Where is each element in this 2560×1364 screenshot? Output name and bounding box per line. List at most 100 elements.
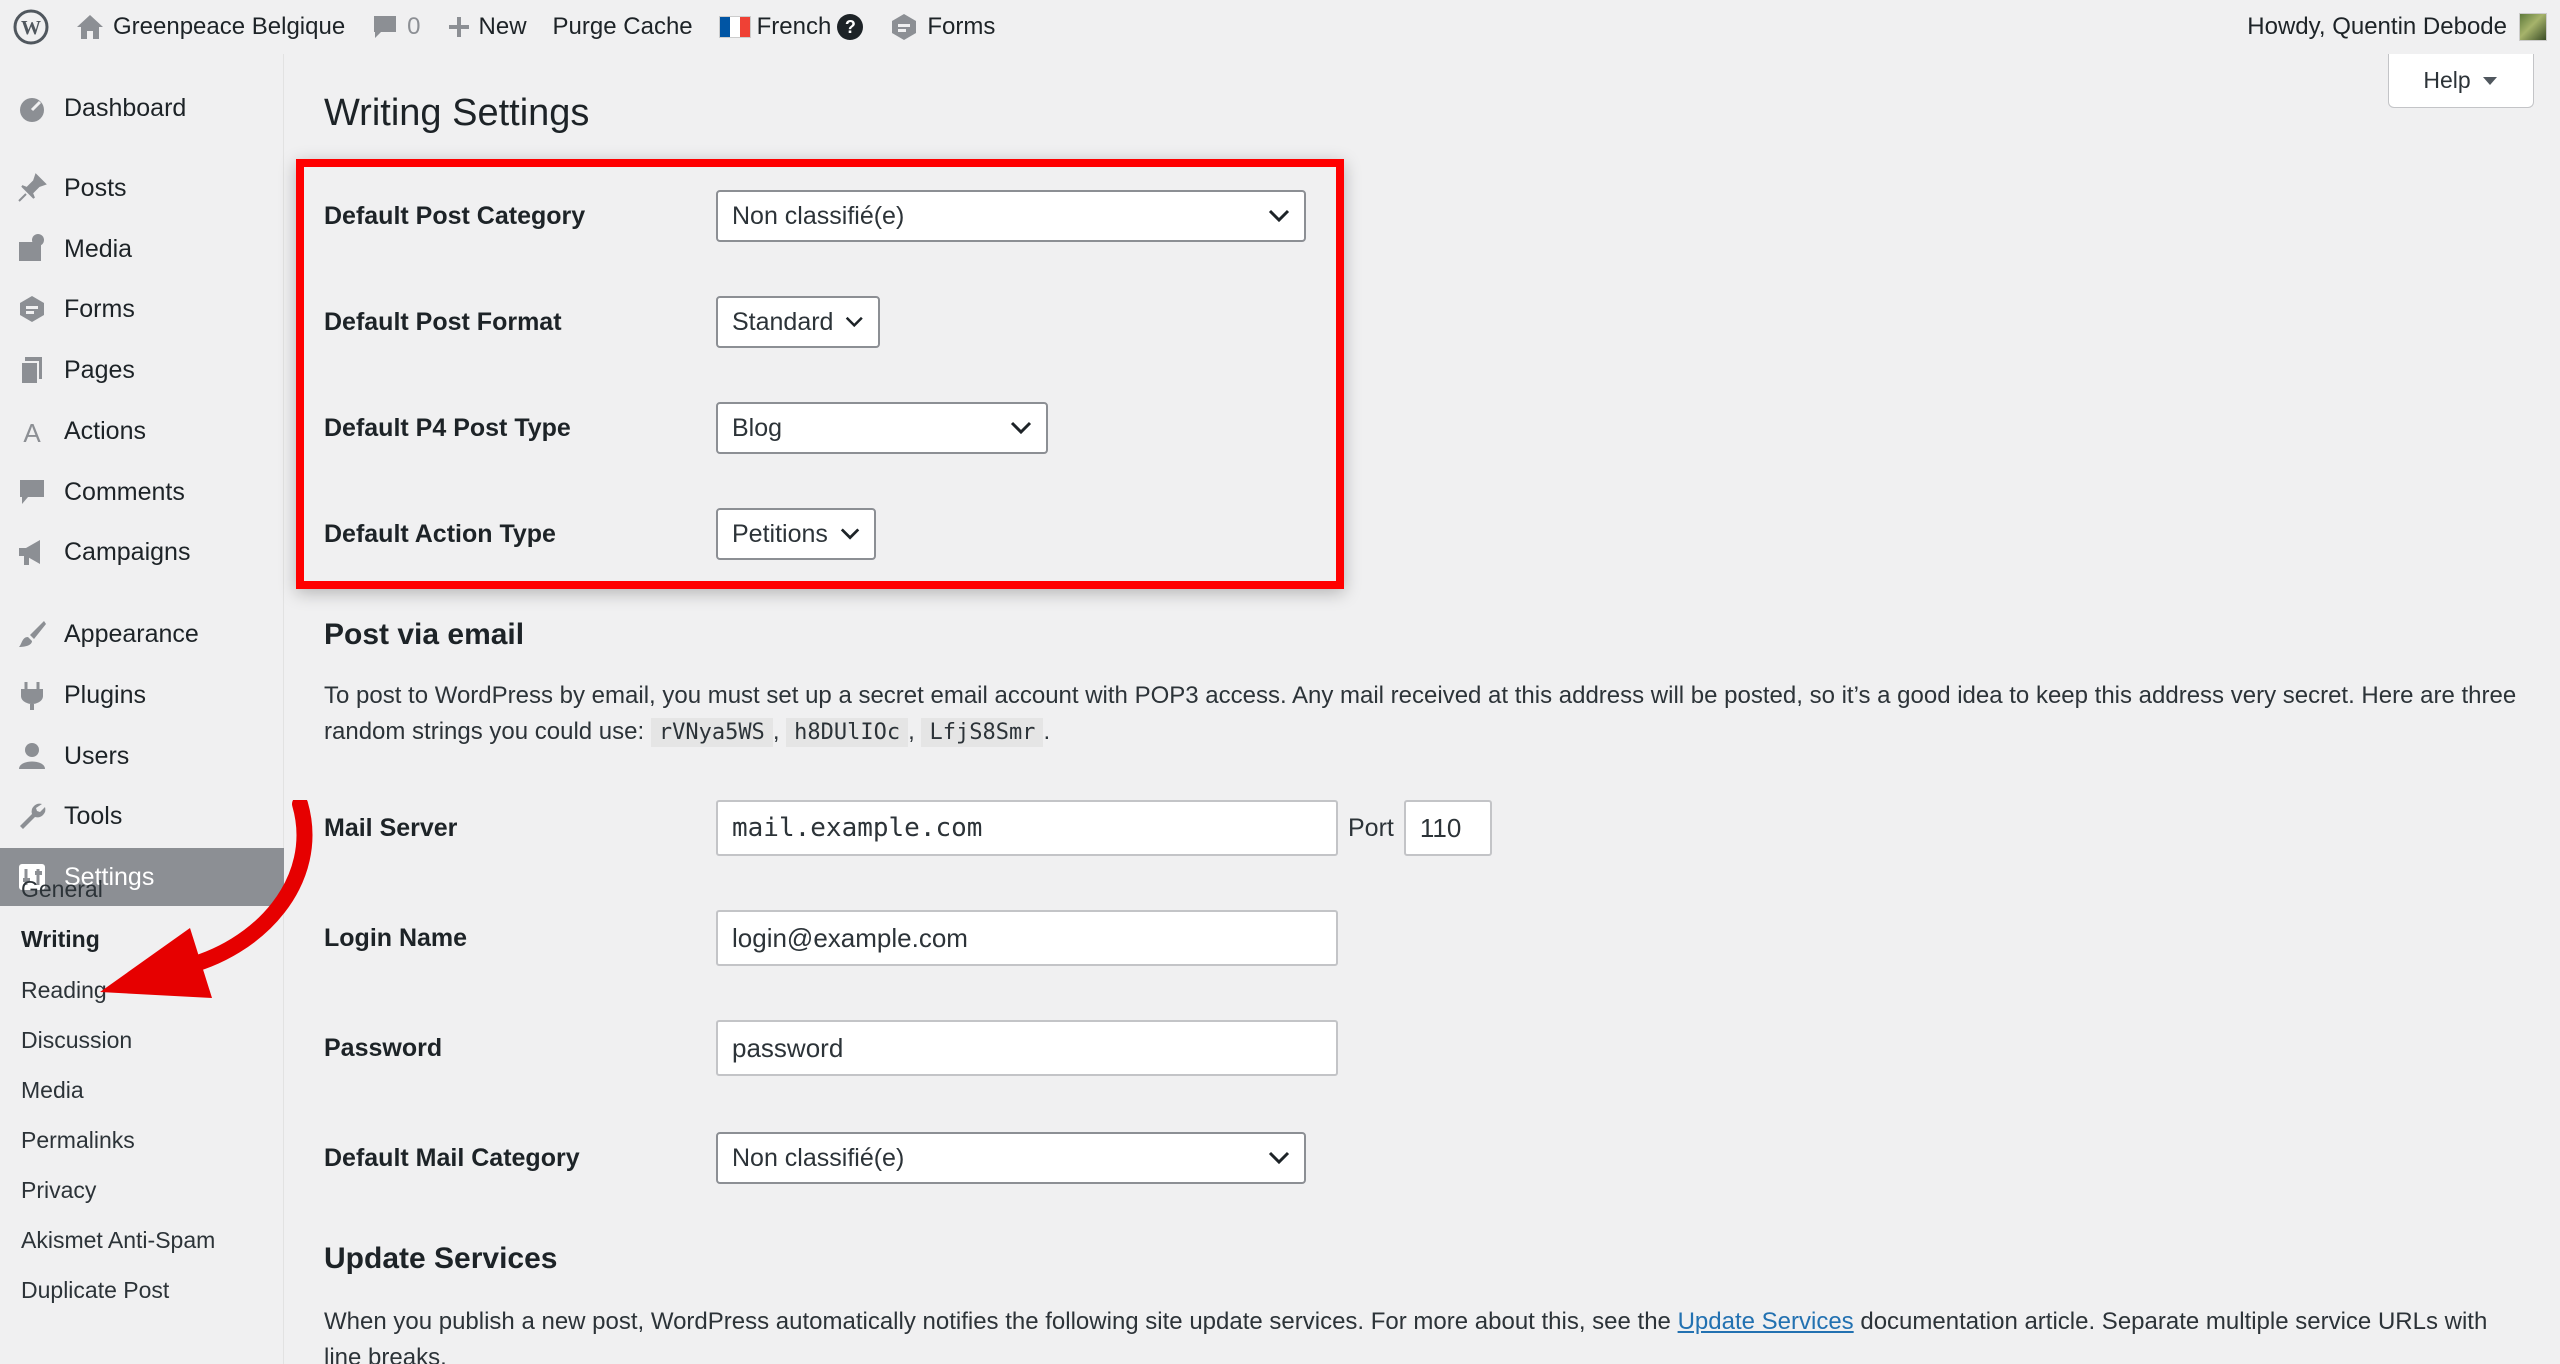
password-label: Password xyxy=(324,1033,443,1062)
comments-icon xyxy=(14,474,50,510)
plugin-icon xyxy=(14,677,50,713)
default-action-type-label: Default Action Type xyxy=(324,519,556,548)
site-name-link[interactable]: Greenpeace Belgique xyxy=(62,0,358,54)
french-flag-icon xyxy=(718,16,751,38)
comments-link[interactable]: 0 xyxy=(358,0,433,54)
purge-cache-label: Purge Cache xyxy=(552,13,693,40)
home-icon xyxy=(77,15,103,39)
users-icon xyxy=(14,738,50,774)
post-via-email-description: To post to WordPress by email, you must … xyxy=(324,682,2517,747)
login-name-input[interactable]: login@example.com xyxy=(716,910,1338,966)
sidebar-item-comments[interactable]: Comments xyxy=(0,463,284,521)
sidebar-item-media[interactable]: Media xyxy=(0,220,284,278)
submenu-item-media[interactable]: Media xyxy=(21,1070,84,1110)
sidebar-item-label: Pages xyxy=(64,355,135,384)
update-services-link[interactable]: Update Services xyxy=(1678,1308,1854,1335)
default-action-type-row: Default Action Type Petitions xyxy=(324,508,876,560)
chevron-down-icon xyxy=(840,528,860,540)
mail-server-input[interactable]: mail.example.com xyxy=(716,800,1338,856)
port-input[interactable]: 110 xyxy=(1403,800,1492,856)
media-icon xyxy=(14,231,50,267)
help-circle-icon[interactable]: ? xyxy=(837,14,864,40)
chevron-down-icon xyxy=(1268,1151,1290,1165)
sidebar-item-label: Actions xyxy=(64,416,146,445)
submenu-item-privacy[interactable]: Privacy xyxy=(21,1170,96,1210)
forms-label: Forms xyxy=(927,13,996,40)
sidebar-item-label: Posts xyxy=(64,173,127,202)
default-p4-post-type-value: Blog xyxy=(732,413,783,442)
svg-text:W: W xyxy=(21,17,41,39)
new-label: New xyxy=(478,13,527,40)
sidebar-item-label: Appearance xyxy=(64,619,199,648)
svg-text:A: A xyxy=(23,418,41,447)
submenu-item-permalinks[interactable]: Permalinks xyxy=(21,1120,135,1160)
help-button[interactable]: Help xyxy=(2388,54,2534,108)
submenu-item-akismet-anti-spam[interactable]: Akismet Anti-Spam xyxy=(21,1220,215,1260)
wrench-icon xyxy=(14,798,50,834)
mail-server-row: Mail Server mail.example.com Port 110 xyxy=(324,800,1492,856)
sidebar-item-forms[interactable]: Forms xyxy=(0,280,284,338)
default-mail-category-label: Default Mail Category xyxy=(324,1143,580,1172)
wordpress-logo-button[interactable]: W xyxy=(0,0,62,54)
default-p4-post-type-row: Default P4 Post Type Blog xyxy=(324,402,1048,454)
help-label: Help xyxy=(2423,67,2471,93)
admin-bar: W Greenpeace Belgique 0 New Purge Cache … xyxy=(0,0,2560,54)
language-label: French xyxy=(756,13,832,40)
sidebar-item-posts[interactable]: Posts xyxy=(0,159,284,217)
mail-server-label: Mail Server xyxy=(324,813,458,842)
user-account-menu[interactable]: Howdy, Quentin Debode xyxy=(2234,0,2560,54)
random-string-1: rVNya5WS xyxy=(650,718,773,747)
sidebar-item-actions[interactable]: A Actions xyxy=(0,402,284,460)
admin-sidebar: Dashboard Posts Media Forms Pages A Actions Com… xyxy=(0,54,284,1364)
default-post-category-select[interactable]: Non classifié(e) xyxy=(716,190,1306,242)
update-services-title: Update Services xyxy=(324,1242,558,1275)
default-p4-post-type-select[interactable]: Blog xyxy=(716,402,1048,454)
default-post-format-row: Default Post Format Standard xyxy=(324,296,880,348)
sidebar-item-plugins[interactable]: Plugins xyxy=(0,666,284,724)
sidebar-item-campaigns[interactable]: Campaigns xyxy=(0,523,284,581)
chevron-down-icon xyxy=(1268,209,1290,223)
comments-count: 0 xyxy=(407,13,421,40)
brush-icon xyxy=(14,616,50,652)
default-action-type-value: Petitions xyxy=(732,519,828,548)
sidebar-item-label: Comments xyxy=(64,477,185,506)
port-label: Port xyxy=(1348,813,1394,842)
avatar xyxy=(2519,13,2547,41)
sidebar-item-label: Plugins xyxy=(64,680,146,709)
forms-icon xyxy=(14,291,50,327)
chevron-down-icon xyxy=(1010,421,1032,435)
password-input[interactable]: password xyxy=(716,1020,1338,1076)
megaphone-icon xyxy=(14,534,50,570)
sidebar-item-appearance[interactable]: Appearance xyxy=(0,605,284,663)
submenu-item-duplicate-post[interactable]: Duplicate Post xyxy=(21,1270,169,1310)
default-action-type-select[interactable]: Petitions xyxy=(716,508,876,560)
default-p4-post-type-label: Default P4 Post Type xyxy=(324,413,571,442)
sidebar-item-pages[interactable]: Pages xyxy=(0,341,284,399)
sidebar-item-label: Campaigns xyxy=(64,537,191,566)
submenu-item-discussion[interactable]: Discussion xyxy=(21,1020,132,1060)
sidebar-item-users[interactable]: Users xyxy=(0,727,284,785)
purge-cache-button[interactable]: Purge Cache xyxy=(540,0,706,54)
default-mail-category-select[interactable]: Non classifié(e) xyxy=(716,1132,1306,1184)
forms-admin-link[interactable]: Forms xyxy=(876,0,1008,54)
default-post-category-value: Non classifié(e) xyxy=(732,201,905,230)
password-row: Password password xyxy=(324,1020,1338,1076)
sidebar-item-label: Users xyxy=(64,741,130,770)
language-switcher[interactable]: French ? xyxy=(706,0,877,54)
main-content: Writing Settings Help Default Post Categ… xyxy=(296,54,2544,1364)
default-post-format-select[interactable]: Standard xyxy=(716,296,880,348)
random-string-2: h8DUlIOc xyxy=(786,718,909,747)
post-via-email-title: Post via email xyxy=(324,618,525,651)
new-content-button[interactable]: New xyxy=(434,0,540,54)
actions-icon: A xyxy=(14,413,50,449)
default-post-format-label: Default Post Format xyxy=(324,307,562,336)
dashboard-icon xyxy=(14,90,50,126)
howdy-text: Howdy, Quentin Debode xyxy=(2247,13,2507,40)
default-mail-category-value: Non classifié(e) xyxy=(732,1143,905,1172)
caret-down-icon xyxy=(2482,76,2497,85)
pin-icon xyxy=(14,170,50,206)
default-mail-category-row: Default Mail Category Non classifié(e) xyxy=(324,1132,1306,1184)
plus-icon xyxy=(448,17,469,37)
sidebar-item-dashboard[interactable]: Dashboard xyxy=(0,79,284,137)
sidebar-item-label: Media xyxy=(64,234,133,263)
